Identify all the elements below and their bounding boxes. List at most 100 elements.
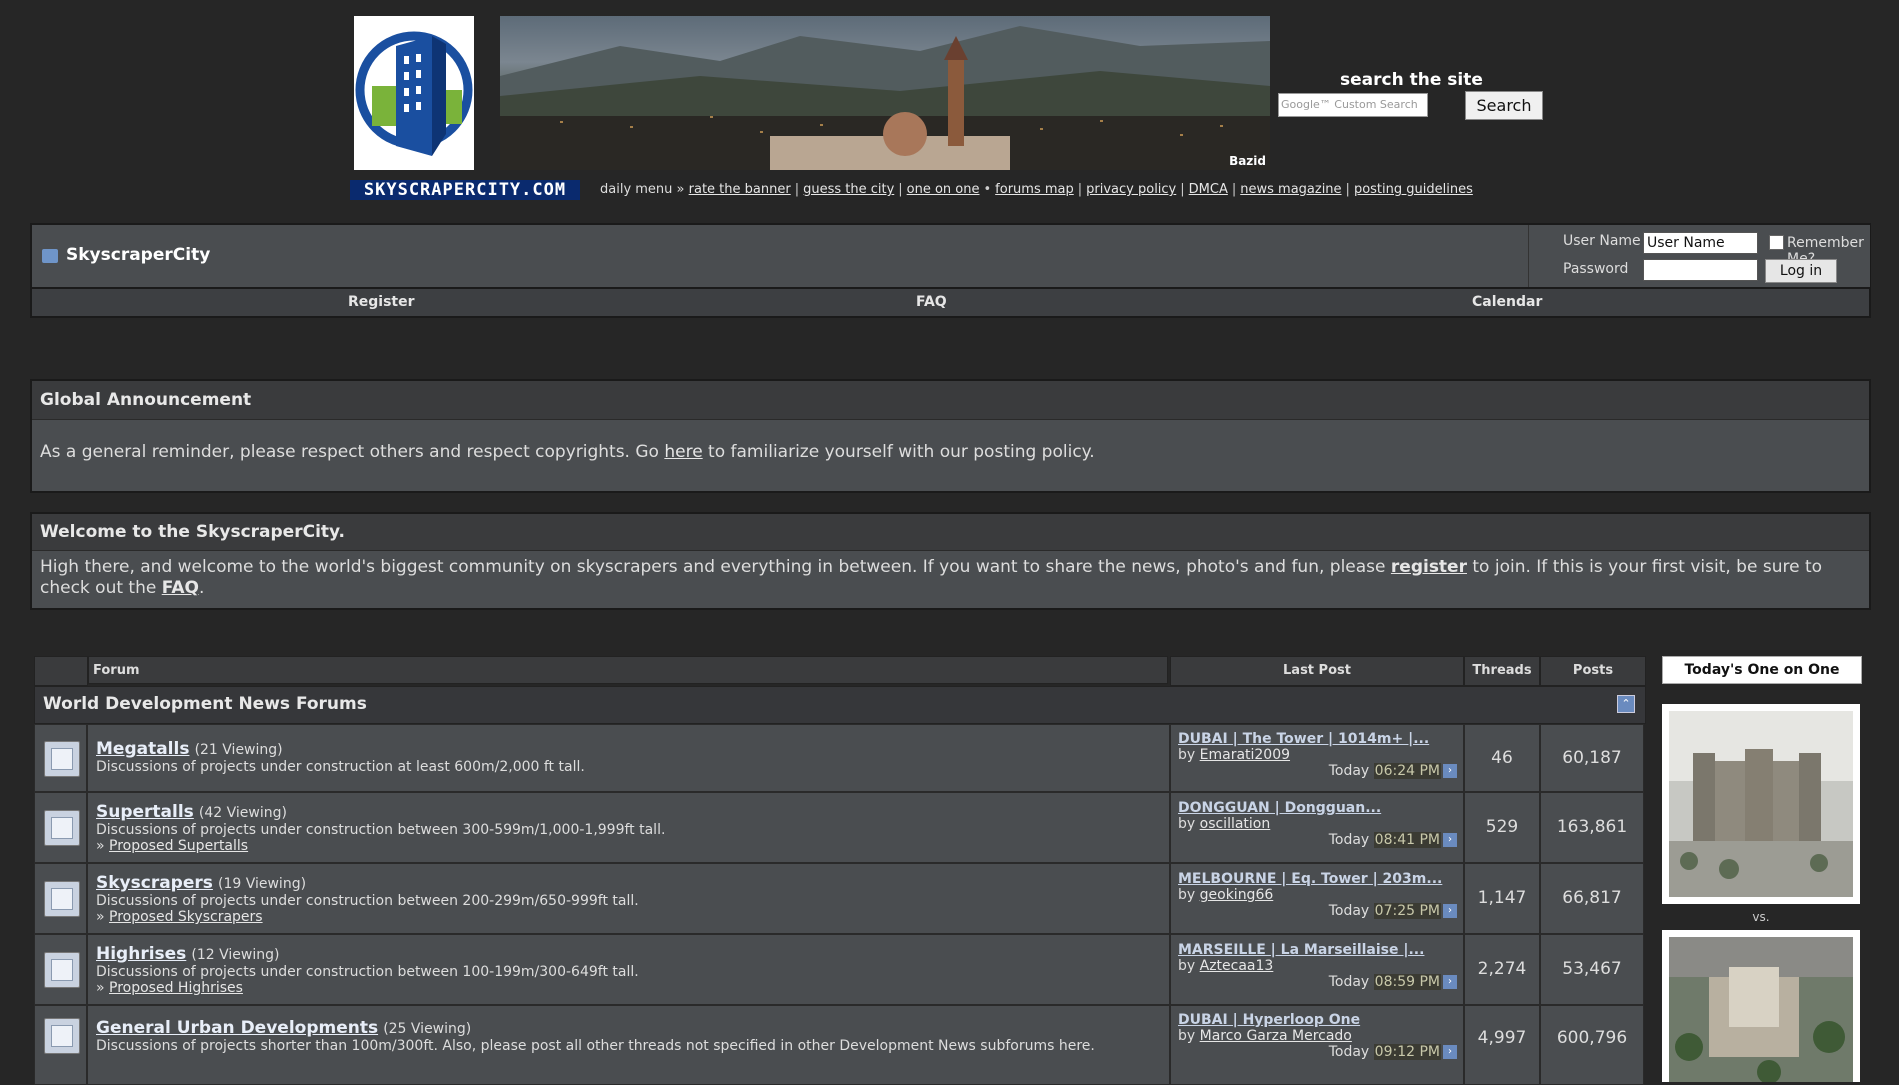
forum-row: Supertalls (42 Viewing) Discussions of p… xyxy=(34,792,1644,863)
forum-name-general-urban-developments[interactable]: General Urban Developments xyxy=(96,1018,378,1038)
header-last-post: Last Post xyxy=(1170,656,1464,686)
link-news-magazine[interactable]: news magazine xyxy=(1240,182,1341,197)
link-dmca[interactable]: DMCA xyxy=(1189,182,1228,197)
forum-name-supertalls[interactable]: Supertalls xyxy=(96,802,194,822)
threads-count: 529 xyxy=(1464,792,1540,863)
go-to-post-icon[interactable]: › xyxy=(1443,904,1457,918)
one-on-one-photo-a[interactable] xyxy=(1662,704,1860,904)
last-post-user[interactable]: Marco Garza Mercado xyxy=(1200,1028,1352,1044)
forum-row: Skyscrapers (19 Viewing) Discussions of … xyxy=(34,863,1644,934)
last-post-user[interactable]: oscillation xyxy=(1200,816,1271,832)
threads-count: 4,997 xyxy=(1464,1005,1540,1085)
forum-icon xyxy=(44,881,80,917)
forum-icon xyxy=(44,1018,80,1054)
navbar-links: Register FAQ Calendar xyxy=(30,287,1871,318)
header-banner[interactable]: Bazid xyxy=(500,16,1270,170)
forum-icon xyxy=(44,741,80,777)
welcome-title: Welcome to the SkyscraperCity. xyxy=(32,514,1869,551)
password-input[interactable] xyxy=(1643,259,1758,281)
threads-count: 46 xyxy=(1464,724,1540,792)
welcome-text-end: . xyxy=(199,578,205,598)
last-post-title[interactable]: DUBAI | The Tower | 1014m+ |... xyxy=(1178,731,1457,747)
threads-count: 1,147 xyxy=(1464,863,1540,934)
forum-icon xyxy=(44,810,80,846)
daily-menu: daily menu » rate the banner | guess the c… xyxy=(600,182,1473,197)
nav-calendar[interactable]: Calendar xyxy=(1472,294,1542,310)
one-on-one-photo-b[interactable] xyxy=(1662,930,1860,1082)
forum-row: Megatalls (21 Viewing) Discussions of pr… xyxy=(34,724,1644,792)
navbar: SkyscraperCity User Name User Name Remem… xyxy=(30,223,1871,289)
go-to-post-icon[interactable]: › xyxy=(1443,1045,1457,1059)
forum-desc: Discussions of projects under constructi… xyxy=(96,893,639,909)
last-post-title[interactable]: DONGGUAN | Dongguan... xyxy=(1178,800,1457,816)
remember-me-checkbox[interactable] xyxy=(1769,235,1784,250)
welcome-register-link[interactable]: register xyxy=(1391,557,1467,577)
banner-credit: Bazid xyxy=(1229,154,1266,168)
link-privacy-policy[interactable]: privacy policy xyxy=(1086,182,1176,197)
subforum-link[interactable]: Proposed Skyscrapers xyxy=(109,909,263,925)
last-post-time: 08:41 PM xyxy=(1373,832,1441,848)
last-post-day: Today xyxy=(1328,832,1374,848)
link-rate-the-banner[interactable]: rate the banner xyxy=(689,182,791,197)
link-forums-map[interactable]: forums map xyxy=(995,182,1074,197)
nav-register[interactable]: Register xyxy=(348,294,415,310)
last-post-day: Today xyxy=(1328,903,1374,919)
announcement-text-end: to familiarize yourself with our posting… xyxy=(702,442,1095,462)
subforum-line: » Proposed Skyscrapers xyxy=(96,909,263,925)
login-form: User Name User Name Remember Me? Passwor… xyxy=(1528,225,1870,287)
castle-photo-image xyxy=(1669,711,1853,897)
site-logo[interactable] xyxy=(354,16,474,170)
go-to-post-icon[interactable]: › xyxy=(1443,833,1457,847)
announcement-here-link[interactable]: here xyxy=(664,442,702,462)
last-post-user[interactable]: geoking66 xyxy=(1200,887,1274,903)
last-post-time: 06:24 PM xyxy=(1373,763,1441,779)
category-row[interactable]: World Development News Forums ⌃ xyxy=(34,686,1646,724)
link-guess-the-city[interactable]: guess the city xyxy=(803,182,894,197)
category-title[interactable]: World Development News Forums xyxy=(43,694,367,714)
site-logo-text[interactable]: SKYSCRAPERCITY.COM xyxy=(350,180,580,200)
search-input[interactable]: Google™ Custom Search xyxy=(1278,93,1428,117)
username-label: User Name xyxy=(1563,233,1641,249)
forum-name-megatalls[interactable]: Megatalls xyxy=(96,739,189,759)
forum-desc: Discussions of projects under constructi… xyxy=(96,759,585,775)
forum-viewing: (19 Viewing) xyxy=(217,876,307,892)
last-post-by: by xyxy=(1178,747,1200,763)
last-post-user[interactable]: Aztecaa13 xyxy=(1200,958,1274,974)
subforum-link[interactable]: Proposed Highrises xyxy=(109,980,243,996)
one-on-one-title: Today's One on One xyxy=(1662,656,1862,684)
go-to-post-icon[interactable]: › xyxy=(1443,975,1457,989)
forum-viewing: (25 Viewing) xyxy=(383,1021,472,1037)
posts-count: 60,187 xyxy=(1540,724,1644,792)
last-post-title[interactable]: MARSEILLE | La Marseillaise |... xyxy=(1178,942,1457,958)
nav-faq[interactable]: FAQ xyxy=(916,294,947,310)
last-post-user[interactable]: Emarati2009 xyxy=(1200,747,1290,763)
username-input[interactable]: User Name xyxy=(1643,232,1758,254)
collapse-icon[interactable]: ⌃ xyxy=(1617,695,1635,713)
welcome-faq-link[interactable]: FAQ xyxy=(162,578,199,598)
forum-viewing: (12 Viewing) xyxy=(191,947,280,963)
subforum-line: » Proposed Highrises xyxy=(96,980,243,996)
last-post-by: by xyxy=(1178,887,1200,903)
skyscraper-logo-icon xyxy=(355,31,473,156)
last-post-title[interactable]: DUBAI | Hyperloop One xyxy=(1178,1012,1457,1028)
header-icon-col xyxy=(34,656,88,686)
last-post-by: by xyxy=(1178,1028,1200,1044)
subforum-line: » Proposed Supertalls xyxy=(96,838,249,854)
last-post-title[interactable]: MELBOURNE | Eq. Tower | 203m... xyxy=(1178,871,1457,887)
forum-name-highrises[interactable]: Highrises xyxy=(96,944,186,964)
announcement-body: As a general reminder, please respect ot… xyxy=(32,420,1869,462)
link-one-on-one[interactable]: one on one xyxy=(907,182,980,197)
search-button[interactable]: Search xyxy=(1465,91,1543,120)
forum-viewing: (21 Viewing) xyxy=(194,742,283,758)
last-post-day: Today xyxy=(1328,763,1374,779)
last-post-time: 09:12 PM xyxy=(1373,1044,1441,1060)
link-posting-guidelines[interactable]: posting guidelines xyxy=(1354,182,1473,197)
welcome-panel: Welcome to the SkyscraperCity. High ther… xyxy=(30,512,1871,610)
forum-desc: Discussions of projects under constructi… xyxy=(96,822,666,838)
go-to-post-icon[interactable]: › xyxy=(1443,764,1457,778)
subforum-link[interactable]: Proposed Supertalls xyxy=(109,838,248,854)
login-button[interactable]: Log in xyxy=(1765,259,1837,283)
forum-desc: Discussions of projects shorter than 100… xyxy=(96,1038,1095,1054)
forum-name-skyscrapers[interactable]: Skyscrapers xyxy=(96,873,213,893)
navbar-title[interactable]: SkyscraperCity xyxy=(66,245,210,265)
